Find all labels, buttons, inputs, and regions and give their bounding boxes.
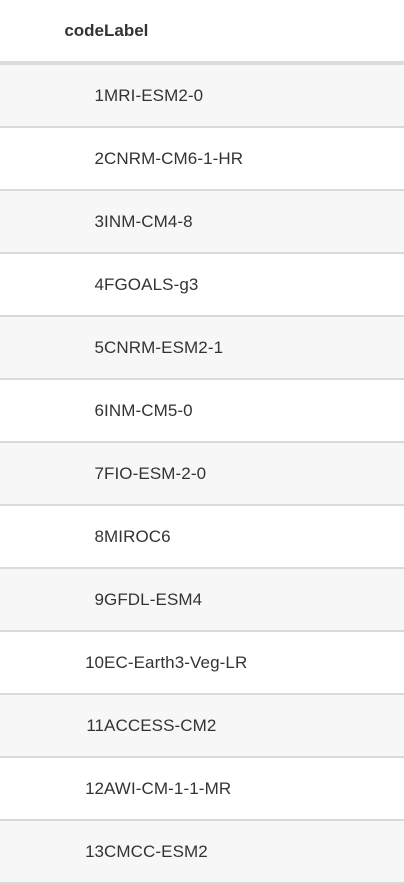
table-row: 7 FIO-ESM-2-0 [0, 442, 404, 506]
table-row: 2 CNRM-CM6-1-HR [0, 127, 404, 191]
table-row: 6 INM-CM5-0 [0, 379, 404, 443]
code-cell: 8 [0, 505, 104, 569]
label-cell: CNRM-ESM2-1 [104, 316, 404, 380]
code-cell: 3 [0, 190, 104, 254]
code-cell: 2 [0, 127, 104, 191]
label-cell: GFDL-ESM4 [104, 568, 404, 632]
model-code-table: code Label 1 MRI-ESM2-0 2 CNRM-CM6-1-HR … [0, 0, 404, 884]
table-row: 10 EC-Earth3-Veg-LR [0, 631, 404, 695]
label-cell: FGOALS-g3 [104, 253, 404, 317]
label-cell: AWI-CM-1-1-MR [104, 757, 404, 821]
table-body: 1 MRI-ESM2-0 2 CNRM-CM6-1-HR 3 INM-CM4-8… [0, 63, 404, 884]
table-row: 8 MIROC6 [0, 505, 404, 569]
table-row: 4 FGOALS-g3 [0, 253, 404, 317]
code-cell: 10 [0, 631, 104, 695]
label-cell: ACCESS-CM2 [104, 694, 404, 758]
table-row: 3 INM-CM4-8 [0, 190, 404, 254]
code-cell: 12 [0, 757, 104, 821]
code-cell: 7 [0, 442, 104, 506]
label-cell: CMCC-ESM2 [104, 820, 404, 884]
table-row: 1 MRI-ESM2-0 [0, 63, 404, 128]
table-header: code Label [0, 0, 404, 65]
label-cell: INM-CM5-0 [104, 379, 404, 443]
header-row: code Label [0, 0, 404, 65]
table-row: 9 GFDL-ESM4 [0, 568, 404, 632]
column-header-code[interactable]: code [0, 0, 104, 65]
code-cell: 11 [0, 694, 104, 758]
label-cell: MIROC6 [104, 505, 404, 569]
table-row: 13 CMCC-ESM2 [0, 820, 404, 884]
table-row: 12 AWI-CM-1-1-MR [0, 757, 404, 821]
label-cell: INM-CM4-8 [104, 190, 404, 254]
label-cell: EC-Earth3-Veg-LR [104, 631, 404, 695]
code-cell: 1 [0, 63, 104, 128]
label-cell: CNRM-CM6-1-HR [104, 127, 404, 191]
code-cell: 9 [0, 568, 104, 632]
column-header-label[interactable]: Label [104, 0, 404, 65]
label-cell: FIO-ESM-2-0 [104, 442, 404, 506]
code-cell: 5 [0, 316, 104, 380]
table-row: 5 CNRM-ESM2-1 [0, 316, 404, 380]
code-cell: 6 [0, 379, 104, 443]
table-row: 11 ACCESS-CM2 [0, 694, 404, 758]
label-cell: MRI-ESM2-0 [104, 63, 404, 128]
code-cell: 13 [0, 820, 104, 884]
code-cell: 4 [0, 253, 104, 317]
